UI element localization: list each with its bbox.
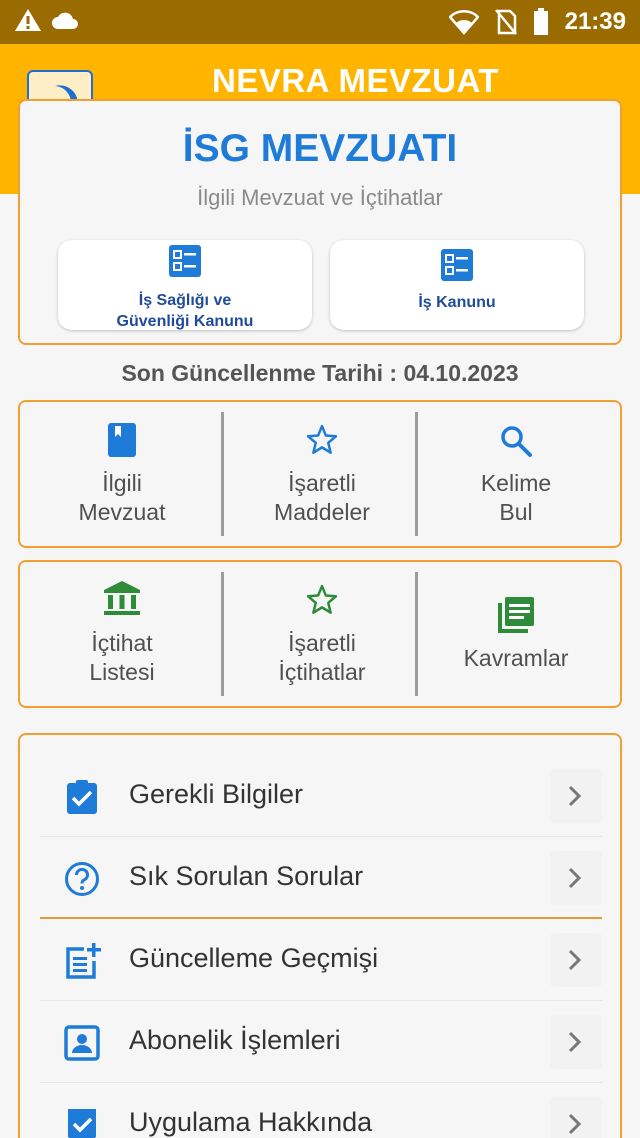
kavramlar-label: Kavramlar — [463, 645, 569, 671]
status-icons-left — [14, 8, 80, 32]
chevron-right-button[interactable] — [550, 851, 602, 905]
chevron-right-icon — [568, 1031, 582, 1053]
ictihat-listesi-label-2: Listesi — [89, 659, 155, 685]
kavramlar-button[interactable]: Kavramlar — [416, 562, 616, 706]
legislation-grid: İlgili Mevzuat İşaretli Maddeler Kelime … — [18, 400, 622, 548]
no-sim-icon — [494, 9, 517, 35]
menu-item-label: Abonelik İşlemleri — [129, 1025, 341, 1055]
isaretli-maddeler-button[interactable]: İşaretli Maddeler — [222, 402, 422, 546]
status-icons-right: 21:39 — [448, 6, 626, 38]
hero-card: İSG MEVZUATI İlgili Mevzuat ve İçtihatla… — [18, 99, 622, 345]
star-icon — [306, 584, 338, 614]
isg-kanunu-label-1: İş Sağlığı ve — [138, 292, 232, 309]
kelime-bul-button[interactable]: Kelime Bul — [416, 402, 616, 546]
menu-item-label: Sık Sorulan Sorular — [129, 861, 364, 891]
is-kanunu-button[interactable]: İş Kanunu — [330, 240, 584, 330]
isg-kanunu-label-2: Güvenliği Kanunu — [116, 313, 254, 330]
book-icon — [108, 423, 136, 457]
chevron-right-icon — [568, 867, 582, 889]
chevron-right-icon — [568, 785, 582, 807]
menu-item-uygulama-hakkinda[interactable]: Uygulama Hakkında — [40, 1083, 602, 1138]
clock: 21:39 — [564, 8, 626, 35]
hero-subtitle: İlgili Mevzuat ve İçtihatlar — [197, 185, 443, 210]
ictihat-listesi-label-1: İçtihat — [91, 630, 153, 656]
is-kanunu-label: İş Kanunu — [418, 294, 496, 311]
ilgili-mevzuat-button[interactable]: İlgili Mevzuat — [22, 402, 222, 546]
isaretli-maddeler-label-2: Maddeler — [274, 499, 370, 525]
chevron-right-button[interactable] — [550, 933, 602, 987]
ilgili-mevzuat-label-2: Mevzuat — [78, 499, 166, 525]
library-books-icon — [498, 597, 534, 633]
case-law-grid: İçtihat Listesi İşaretli İçtihatlar Kavr… — [18, 560, 622, 708]
app-title: NEVRA MEVZUAT — [212, 62, 499, 99]
bank-icon — [104, 581, 140, 615]
isaretli-ictihatlar-label-1: İşaretli — [288, 630, 356, 656]
menu-item-label: Güncelleme Geçmişi — [129, 943, 379, 973]
kelime-bul-label-1: Kelime — [480, 470, 552, 496]
star-icon — [306, 424, 338, 454]
ictihat-listesi-button[interactable]: İçtihat Listesi — [22, 562, 222, 706]
post-add-icon — [66, 943, 101, 979]
hero-title: İSG MEVZUATI — [182, 127, 458, 170]
help-circle-icon — [65, 862, 99, 896]
clipboard-check-icon — [67, 780, 97, 814]
menu-list: Gerekli Bilgiler Sık Sorulan Sorular Gün… — [18, 733, 622, 1138]
warning-icon — [15, 9, 41, 31]
menu-item-label: Gerekli Bilgiler — [129, 779, 304, 809]
status-bar: 21:39 — [0, 0, 640, 44]
search-icon — [501, 426, 532, 457]
menu-item-gerekli-bilgiler[interactable]: Gerekli Bilgiler — [40, 755, 602, 837]
isaretli-maddeler-label-1: İşaretli — [288, 470, 356, 496]
chevron-right-button[interactable] — [550, 1097, 602, 1138]
battery-icon — [533, 8, 548, 35]
menu-item-guncelleme-gecmisi[interactable]: Güncelleme Geçmişi — [40, 919, 602, 1001]
wifi-icon — [448, 10, 479, 35]
isaretli-ictihatlar-label-2: İçtihatlar — [278, 659, 366, 685]
verified-icon — [68, 1109, 96, 1138]
list-icon — [169, 245, 201, 277]
chevron-right-icon — [568, 1113, 582, 1135]
menu-item-abonelik-islemleri[interactable]: Abonelik İşlemleri — [40, 1001, 602, 1083]
chevron-right-icon — [568, 949, 582, 971]
account-box-icon — [64, 1025, 100, 1061]
menu-item-label: Uygulama Hakkında — [129, 1107, 373, 1137]
menu-item-sik-sorulan-sorular[interactable]: Sık Sorulan Sorular — [40, 837, 602, 919]
list-icon — [441, 249, 473, 281]
chevron-right-button[interactable] — [550, 769, 602, 823]
last-update-date: Son Güncellenme Tarihi : 04.10.2023 — [121, 360, 519, 386]
kelime-bul-label-2: Bul — [499, 499, 533, 525]
cloud-icon — [52, 12, 78, 29]
isg-kanunu-button[interactable]: İş Sağlığı ve Güvenliği Kanunu — [58, 240, 312, 330]
chevron-right-button[interactable] — [550, 1015, 602, 1069]
ilgili-mevzuat-label-1: İlgili — [102, 470, 142, 496]
isaretli-ictihatlar-button[interactable]: İşaretli İçtihatlar — [222, 562, 422, 706]
